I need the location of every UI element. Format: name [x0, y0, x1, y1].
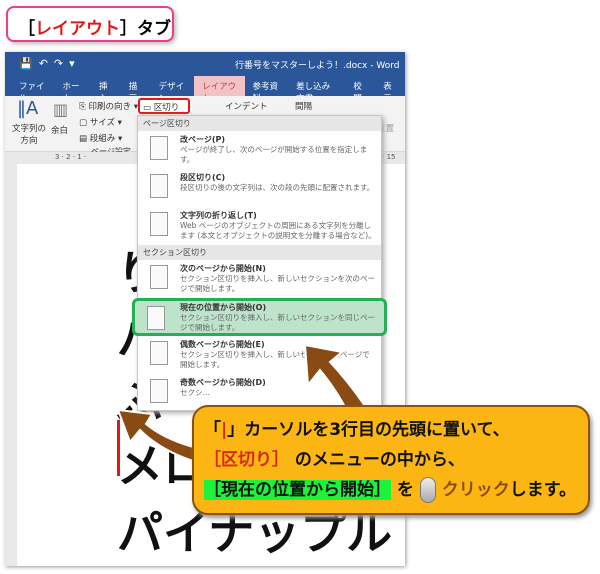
- mouse-icon: [419, 477, 436, 503]
- instruction-callout: 「|」カーソルを3行目の先頭に置いて、 ［区切り］ のメニューの中から、 ［現在…: [192, 405, 590, 515]
